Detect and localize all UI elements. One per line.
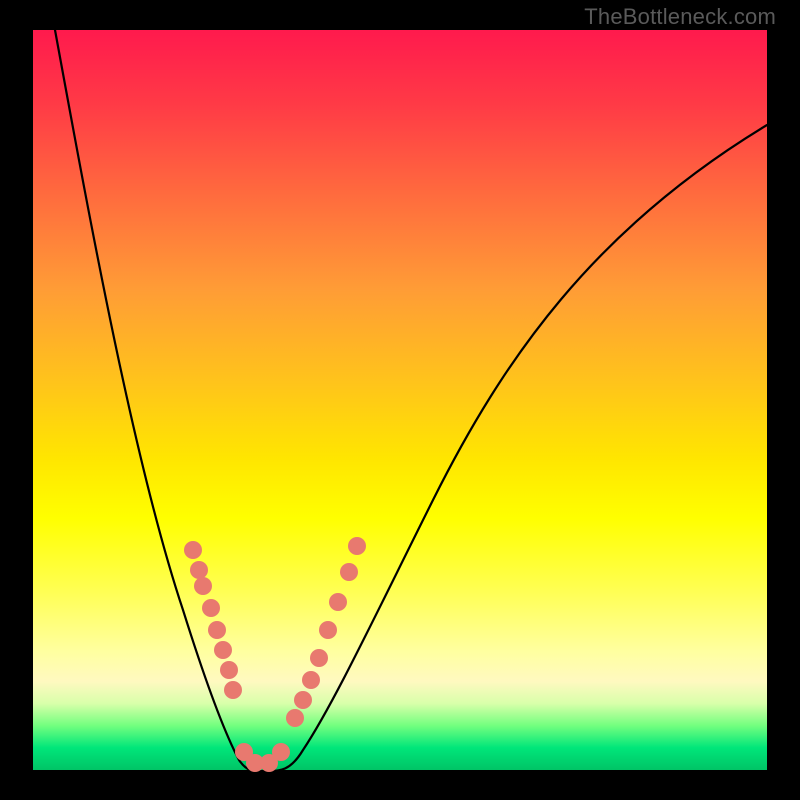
data-point xyxy=(190,561,208,579)
data-point xyxy=(340,563,358,581)
data-point xyxy=(329,593,347,611)
curve-right xyxy=(263,125,767,771)
data-point xyxy=(286,709,304,727)
watermark-text: TheBottleneck.com xyxy=(584,4,776,30)
data-point xyxy=(220,661,238,679)
data-point xyxy=(184,541,202,559)
data-point xyxy=(294,691,312,709)
data-point xyxy=(202,599,220,617)
data-point xyxy=(272,743,290,761)
data-points-group xyxy=(184,537,366,772)
data-point xyxy=(348,537,366,555)
curve-overlay xyxy=(33,30,767,770)
data-point xyxy=(194,577,212,595)
data-point xyxy=(214,641,232,659)
data-point xyxy=(319,621,337,639)
data-point xyxy=(310,649,328,667)
data-point xyxy=(224,681,242,699)
curve-left xyxy=(55,30,263,771)
data-point xyxy=(302,671,320,689)
data-point xyxy=(208,621,226,639)
